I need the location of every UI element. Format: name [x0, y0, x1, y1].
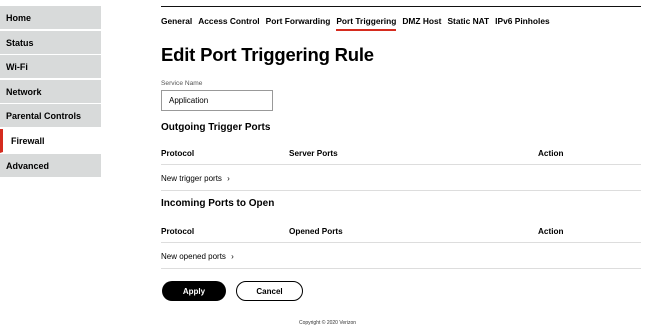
sidebar-item-status[interactable]: Status — [0, 30, 101, 55]
new-trigger-ports-label: New trigger ports — [161, 174, 222, 183]
new-opened-ports-link[interactable]: New opened ports › — [161, 246, 641, 269]
sidebar-item-network[interactable]: Network — [0, 79, 101, 104]
copyright-footer: Copyright © 2020 Verizon — [298, 320, 357, 326]
service-name-label: Service Name — [161, 80, 203, 87]
tab-ipv6-pinholes[interactable]: IPv6 Pinholes — [495, 16, 549, 31]
apply-button[interactable]: Apply — [162, 281, 226, 301]
tab-port-triggering[interactable]: Port Triggering — [336, 16, 397, 31]
incoming-section-title: Incoming Ports to Open — [161, 198, 275, 209]
chevron-right-icon: › — [227, 174, 230, 183]
firewall-tabs: General Access Control Port Forwarding P… — [161, 16, 550, 31]
cancel-button[interactable]: Cancel — [236, 281, 303, 301]
outgoing-table-header: Protocol Server Ports Action — [161, 143, 641, 165]
new-opened-ports-label: New opened ports — [161, 252, 226, 261]
sidebar-nav: Home Status Wi-Fi Network Parental Contr… — [0, 6, 101, 178]
outgoing-section-title: Outgoing Trigger Ports — [161, 122, 271, 133]
outgoing-col-server-ports: Server Ports — [289, 149, 338, 158]
tab-static-nat[interactable]: Static NAT — [447, 16, 489, 31]
tab-dmz-host[interactable]: DMZ Host — [402, 16, 441, 31]
sidebar-item-parental-controls[interactable]: Parental Controls — [0, 104, 101, 129]
new-trigger-ports-link[interactable]: New trigger ports › — [161, 168, 641, 191]
outgoing-col-action: Action — [538, 149, 564, 158]
outgoing-col-protocol: Protocol — [161, 149, 195, 158]
incoming-table-header: Protocol Opened Ports Action — [161, 221, 641, 243]
sidebar-item-firewall[interactable]: Firewall — [0, 128, 101, 153]
sidebar-item-advanced[interactable]: Advanced — [0, 153, 101, 178]
incoming-col-action: Action — [538, 227, 564, 236]
chevron-right-icon: › — [231, 252, 234, 261]
tab-port-forwarding[interactable]: Port Forwarding — [266, 16, 331, 31]
tab-access-control[interactable]: Access Control — [198, 16, 259, 31]
page-title: Edit Port Triggering Rule — [161, 44, 374, 65]
service-name-input[interactable] — [161, 90, 273, 111]
incoming-col-protocol: Protocol — [161, 227, 195, 236]
incoming-col-opened-ports: Opened Ports — [289, 227, 343, 236]
sidebar-item-home[interactable]: Home — [0, 6, 101, 30]
top-divider — [161, 6, 641, 7]
sidebar-item-wifi[interactable]: Wi-Fi — [0, 55, 101, 80]
tab-general[interactable]: General — [161, 16, 192, 31]
